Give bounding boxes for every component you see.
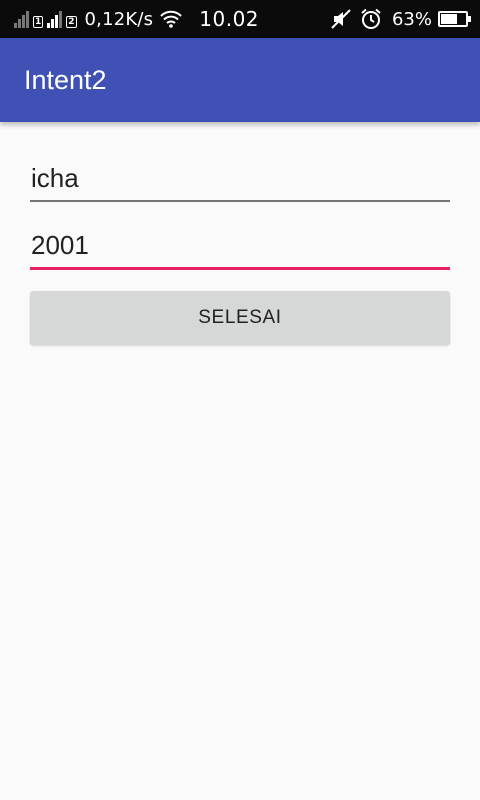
clock: 10.02 xyxy=(199,7,260,31)
wifi-icon xyxy=(159,10,183,28)
network-speed: 0,12K/s xyxy=(84,8,154,30)
app-title: Intent2 xyxy=(24,64,107,95)
year-input[interactable]: 2001 xyxy=(30,226,450,270)
sim2-label: 2 xyxy=(66,16,77,28)
alarm-icon xyxy=(360,8,382,30)
status-bar: 1 2 0,12K/s 10.02 63% xyxy=(0,0,480,38)
status-right: 63% xyxy=(322,0,480,38)
name-input-value: icha xyxy=(31,163,79,193)
battery-icon xyxy=(438,11,471,27)
name-input[interactable]: icha xyxy=(30,158,450,202)
sim2-signal-icon xyxy=(47,10,63,28)
app-bar: Intent2 xyxy=(0,38,480,122)
sim1-signal-icon xyxy=(14,10,30,28)
mute-icon xyxy=(330,8,352,30)
year-input-value: 2001 xyxy=(31,230,89,260)
battery-level-fill xyxy=(441,14,458,24)
status-left: 1 2 0,12K/s 10.02 xyxy=(0,0,259,38)
sim1-label: 1 xyxy=(33,16,44,28)
battery-percent: 63% xyxy=(391,8,432,30)
finish-button[interactable]: SELESAI xyxy=(30,291,450,345)
